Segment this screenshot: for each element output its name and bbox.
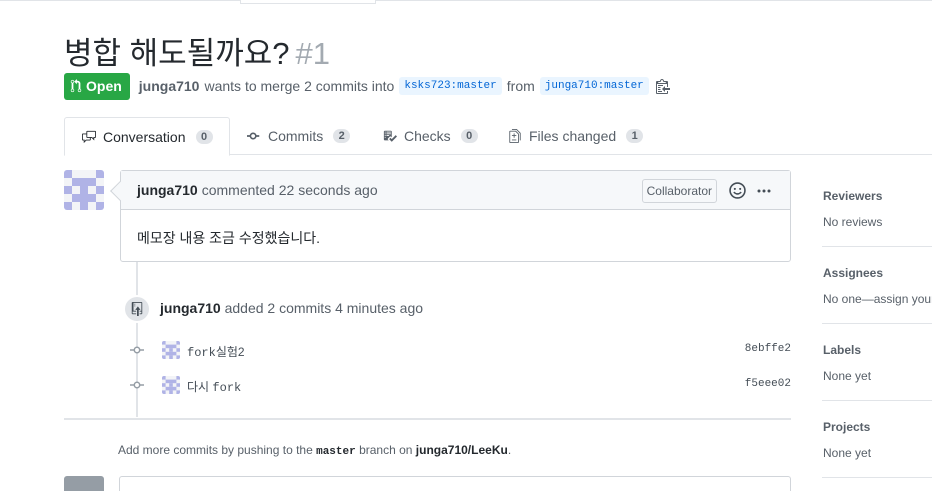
git-commit-icon [247,132,260,140]
state-badge: Open [64,72,130,100]
sidebar-heading: Projects [823,420,871,434]
commit-author-avatar[interactable] [162,376,180,394]
git-commit-icon [130,381,144,389]
smiley-icon[interactable] [729,182,746,199]
commit-sha-link[interactable]: f5eee02 [745,378,791,390]
timeline-divider [64,418,791,420]
comment-box: junga710 commented 22 seconds ago Collab… [110,170,791,262]
kebab-horizontal-icon[interactable] [756,183,772,199]
identicon-icon [162,341,180,359]
commit-message-part: 다시 [187,380,213,394]
header-divider [0,0,932,1]
comment-discussion-icon [82,130,96,143]
comment-action: commented [201,182,275,198]
sidebar-value: None yet [823,369,872,383]
tab-label: Conversation [103,128,186,145]
comment-timestamp[interactable]: 22 seconds ago [279,182,378,198]
comment-header: junga710 commented 22 seconds ago Collab… [110,171,790,210]
event-author-link[interactable]: junga710 [160,300,221,316]
git-pull-request-icon [70,79,82,93]
tab-counter: 0 [460,129,478,143]
identicon-icon [162,376,180,394]
page-title: 병합 해도될까요? #1 [64,28,330,73]
tab-label: Checks [404,128,451,144]
avatar[interactable] [64,476,104,491]
tab-counter: 0 [195,129,213,144]
from-label: from [506,78,535,94]
push-hint-suffix: . [507,443,512,457]
commits-event: junga710 added 2 commits 4 minutes ago [160,300,423,316]
checklist-icon [383,130,397,142]
push-hint-middle: branch on [359,443,413,457]
tab-counter: 1 [626,129,644,143]
repo-push-icon [131,302,143,316]
sidebar-heading: Labels [823,343,862,357]
push-hint-branch: master [316,446,356,458]
state-label: Open [86,78,122,94]
push-hint-repo[interactable]: junga710/LeeKu [416,443,508,457]
sidebar-labels[interactable]: Labels None yet [822,324,932,401]
sidebar-value: No one—assign yourself [823,292,932,306]
collaborator-badge: Collaborator [641,179,717,203]
pr-tabs: Conversation 0 Commits 2 Checks 0 Files … [64,117,932,156]
commit-message-part: fork [212,381,242,395]
tab-conversation[interactable]: Conversation 0 [64,117,230,156]
commit-sha-link[interactable]: 8ebffe2 [745,343,791,355]
commit-row: fork실험2 8ebffe2 [128,340,791,360]
comment-pointer [110,181,130,201]
sidebar-heading: Reviewers [823,189,883,203]
base-branch[interactable]: ksks723:master [399,77,502,95]
sidebar-reviewers[interactable]: Reviewers No reviews [822,170,932,247]
sidebar-value: No reviews [823,215,883,229]
sidebar-divider [822,477,932,478]
comment-body: 메모장 내용 조금 수정했습니다. [137,230,320,246]
head-branch[interactable]: junga710:master [539,77,649,95]
avatar[interactable] [64,170,104,210]
commit-message-part: fork [187,346,216,360]
identicon-icon [64,170,104,210]
tab-checks[interactable]: Checks 0 [366,117,494,155]
event-action: added 2 commits [224,300,332,316]
tab-commits[interactable]: Commits 2 [230,117,366,155]
sidebar-assignees[interactable]: Assignees No one—assign yourself [822,247,932,324]
push-hint-prefix: Add more commits by pushing to the [118,443,313,457]
tab-counter: 2 [333,129,351,143]
event-timestamp[interactable]: 4 minutes ago [335,300,423,316]
sidebar-heading: Assignees [823,266,884,280]
pr-meta: Open junga710 wants to merge 2 commits i… [64,72,670,100]
clipboard-icon[interactable] [655,78,670,94]
comment-author-link[interactable]: junga710 [137,182,198,198]
push-hint: Add more commits by pushing to the maste… [118,443,511,458]
event-badge [123,295,151,323]
commit-row: 다시 fork f5eee02 [128,375,791,395]
merge-description: wants to merge 2 commits into [204,78,395,94]
pr-title: 병합 해도될까요? [64,36,290,71]
commit-author-avatar[interactable] [162,341,180,359]
tab-label: Commits [268,128,324,144]
commit-message-part: 실험2 [215,345,245,359]
pr-number: #1 [295,36,330,71]
sidebar-projects[interactable]: Projects None yet [822,401,932,478]
pr-author-link[interactable]: junga710 [139,78,200,94]
git-commit-icon [130,346,144,354]
commit-message-link[interactable]: 다시 fork [187,378,241,395]
commit-message-link[interactable]: fork실험2 [187,343,245,360]
sidebar-value: None yet [823,446,872,460]
tab-label: Files changed [529,128,617,144]
repo-nav-selected-tab[interactable] [240,0,376,4]
tab-files-changed[interactable]: Files changed 1 [491,117,659,155]
merge-status-box [119,476,791,491]
file-diff-icon [509,129,521,143]
